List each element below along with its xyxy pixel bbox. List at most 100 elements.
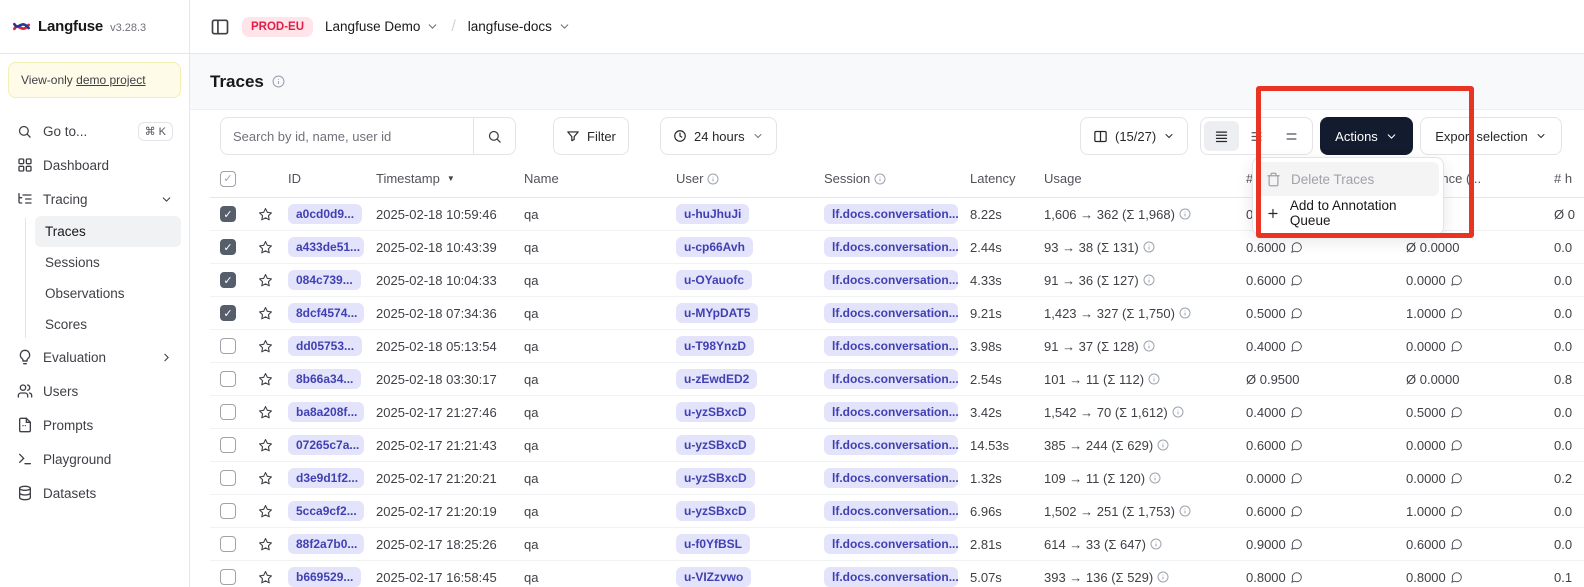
session-id-badge[interactable]: lf.docs.conversation...: [824, 303, 958, 323]
column-header-session[interactable]: Session: [818, 171, 964, 186]
column-header-name[interactable]: Name: [518, 171, 670, 186]
star-icon[interactable]: [258, 537, 273, 552]
user-id-badge[interactable]: u-f0YfBSL: [676, 534, 750, 554]
row-checkbox[interactable]: [220, 470, 236, 486]
row-checkbox[interactable]: ✓: [220, 206, 236, 222]
trace-id-badge[interactable]: b669529...: [288, 567, 361, 587]
time-range-button[interactable]: 24 hours: [660, 117, 777, 155]
export-selection-button[interactable]: Export selection: [1420, 117, 1562, 155]
sidebar-item-observations[interactable]: Observations: [35, 278, 181, 309]
sidebar-item-evaluation[interactable]: Evaluation: [8, 340, 181, 374]
column-header-timestamp[interactable]: Timestamp▼: [370, 171, 518, 186]
sidebar-toggle-icon[interactable]: [210, 17, 230, 37]
column-visibility-button[interactable]: (15/27): [1080, 117, 1188, 155]
column-header-id[interactable]: ID: [282, 171, 370, 186]
user-id-badge[interactable]: u-T98YnzD: [676, 336, 754, 356]
trace-id-badge[interactable]: a0cd0d9...: [288, 204, 362, 224]
user-id-badge[interactable]: u-cp66Avh: [676, 237, 753, 257]
row-height-medium-button[interactable]: [1239, 121, 1274, 151]
star-icon[interactable]: [258, 339, 273, 354]
session-id-badge[interactable]: lf.docs.conversation...: [824, 270, 958, 290]
row-height-small-button[interactable]: [1204, 121, 1239, 151]
row-checkbox[interactable]: [220, 569, 236, 585]
star-icon[interactable]: [258, 570, 273, 585]
row-checkbox[interactable]: [220, 404, 236, 420]
session-id-badge[interactable]: lf.docs.conversation...: [824, 237, 958, 257]
user-id-badge[interactable]: u-yzSBxcD: [676, 501, 755, 521]
trace-id-badge[interactable]: ba8a208f...: [288, 402, 364, 422]
trace-id-badge[interactable]: 5cca9cf2...: [288, 501, 364, 521]
sidebar-item-traces[interactable]: Traces: [35, 216, 181, 247]
session-id-badge[interactable]: lf.docs.conversation...: [824, 567, 958, 587]
sidebar-item-tracing[interactable]: Tracing: [8, 182, 181, 216]
search-submit-button[interactable]: [473, 118, 515, 154]
user-id-badge[interactable]: u-huJhuJi: [676, 204, 749, 224]
star-icon[interactable]: [258, 306, 273, 321]
trace-id-badge[interactable]: 8b66a34...: [288, 369, 361, 389]
column-header-latency[interactable]: Latency: [964, 171, 1038, 186]
user-id-badge[interactable]: u-yzSBxcD: [676, 402, 755, 422]
star-icon[interactable]: [258, 273, 273, 288]
star-icon[interactable]: [258, 504, 273, 519]
trace-id-badge[interactable]: d3e9d1f2...: [288, 468, 364, 488]
session-id-badge[interactable]: lf.docs.conversation...: [824, 501, 958, 521]
filter-button[interactable]: Filter: [553, 117, 629, 155]
sidebar-item-datasets[interactable]: Datasets: [8, 476, 181, 510]
user-id-badge[interactable]: u-VIZzvwo: [676, 567, 751, 587]
sidebar-item-goto[interactable]: Go to... ⌘ K: [8, 114, 181, 148]
sidebar-item-dashboard[interactable]: Dashboard: [8, 148, 181, 182]
row-checkbox[interactable]: ✓: [220, 239, 236, 255]
user-id-badge[interactable]: u-MYpDAT5: [676, 303, 758, 323]
session-id-badge[interactable]: lf.docs.conversation...: [824, 534, 958, 554]
session-id-badge[interactable]: lf.docs.conversation...: [824, 468, 958, 488]
select-all-checkbox[interactable]: ✓: [220, 171, 236, 187]
session-id-badge[interactable]: lf.docs.conversation...: [824, 402, 958, 422]
sidebar-item-prompts[interactable]: Prompts: [8, 408, 181, 442]
demo-project-link[interactable]: demo project: [76, 73, 145, 87]
row-checkbox[interactable]: [220, 371, 236, 387]
table-row[interactable]: 88f2a7b0...2025-02-17 18:25:26qau-f0YfBS…: [210, 528, 1584, 561]
session-id-badge[interactable]: lf.docs.conversation...: [824, 336, 958, 356]
table-row[interactable]: ✓8dcf4574...2025-02-18 07:34:36qau-MYpDA…: [210, 297, 1584, 330]
session-id-badge[interactable]: lf.docs.conversation...: [824, 204, 958, 224]
sidebar-item-playground[interactable]: Playground: [8, 442, 181, 476]
row-checkbox[interactable]: [220, 536, 236, 552]
table-row[interactable]: ba8a208f...2025-02-17 21:27:46qau-yzSBxc…: [210, 396, 1584, 429]
menu-item-add-to-annotation-queue[interactable]: Add to Annotation Queue: [1257, 196, 1439, 230]
star-icon[interactable]: [258, 240, 273, 255]
search-input[interactable]: [221, 129, 473, 144]
session-id-badge[interactable]: lf.docs.conversation...: [824, 369, 958, 389]
menu-item-delete-traces[interactable]: Delete Traces: [1257, 162, 1439, 196]
star-icon[interactable]: [258, 207, 273, 222]
user-id-badge[interactable]: u-yzSBxcD: [676, 435, 755, 455]
column-header-user[interactable]: User: [670, 171, 818, 186]
session-id-badge[interactable]: lf.docs.conversation...: [824, 435, 958, 455]
trace-id-badge[interactable]: dd05753...: [288, 336, 362, 356]
row-checkbox[interactable]: [220, 437, 236, 453]
trace-id-badge[interactable]: a433de51...: [288, 237, 364, 257]
sidebar-item-users[interactable]: Users: [8, 374, 181, 408]
table-row[interactable]: 5cca9cf2...2025-02-17 21:20:19qau-yzSBxc…: [210, 495, 1584, 528]
user-id-badge[interactable]: u-OYauofc: [676, 270, 752, 290]
user-id-badge[interactable]: u-yzSBxcD: [676, 468, 755, 488]
user-id-badge[interactable]: u-zEwdED2: [676, 369, 757, 389]
trace-id-badge[interactable]: 07265c7a...: [288, 435, 364, 455]
table-row[interactable]: b669529...2025-02-17 16:58:45qau-VIZzvwo…: [210, 561, 1584, 587]
table-row[interactable]: d3e9d1f2...2025-02-17 21:20:21qau-yzSBxc…: [210, 462, 1584, 495]
table-row[interactable]: dd05753...2025-02-18 05:13:54qau-T98YnzD…: [210, 330, 1584, 363]
project-selector[interactable]: langfuse-docs: [468, 19, 571, 34]
star-icon[interactable]: [258, 405, 273, 420]
row-checkbox[interactable]: [220, 503, 236, 519]
trace-id-badge[interactable]: 8dcf4574...: [288, 303, 364, 323]
star-icon[interactable]: [258, 372, 273, 387]
table-row[interactable]: ✓084c739...2025-02-18 10:04:33qau-OYauof…: [210, 264, 1584, 297]
row-height-large-button[interactable]: [1274, 121, 1309, 151]
column-header-extra[interactable]: # h: [1548, 171, 1584, 186]
trace-id-badge[interactable]: 084c739...: [288, 270, 361, 290]
table-row[interactable]: 07265c7a...2025-02-17 21:21:43qau-yzSBxc…: [210, 429, 1584, 462]
sidebar-item-sessions[interactable]: Sessions: [35, 247, 181, 278]
row-checkbox[interactable]: ✓: [220, 305, 236, 321]
org-selector[interactable]: Langfuse Demo: [325, 19, 439, 34]
actions-button[interactable]: Actions: [1320, 117, 1413, 155]
row-checkbox[interactable]: ✓: [220, 272, 236, 288]
